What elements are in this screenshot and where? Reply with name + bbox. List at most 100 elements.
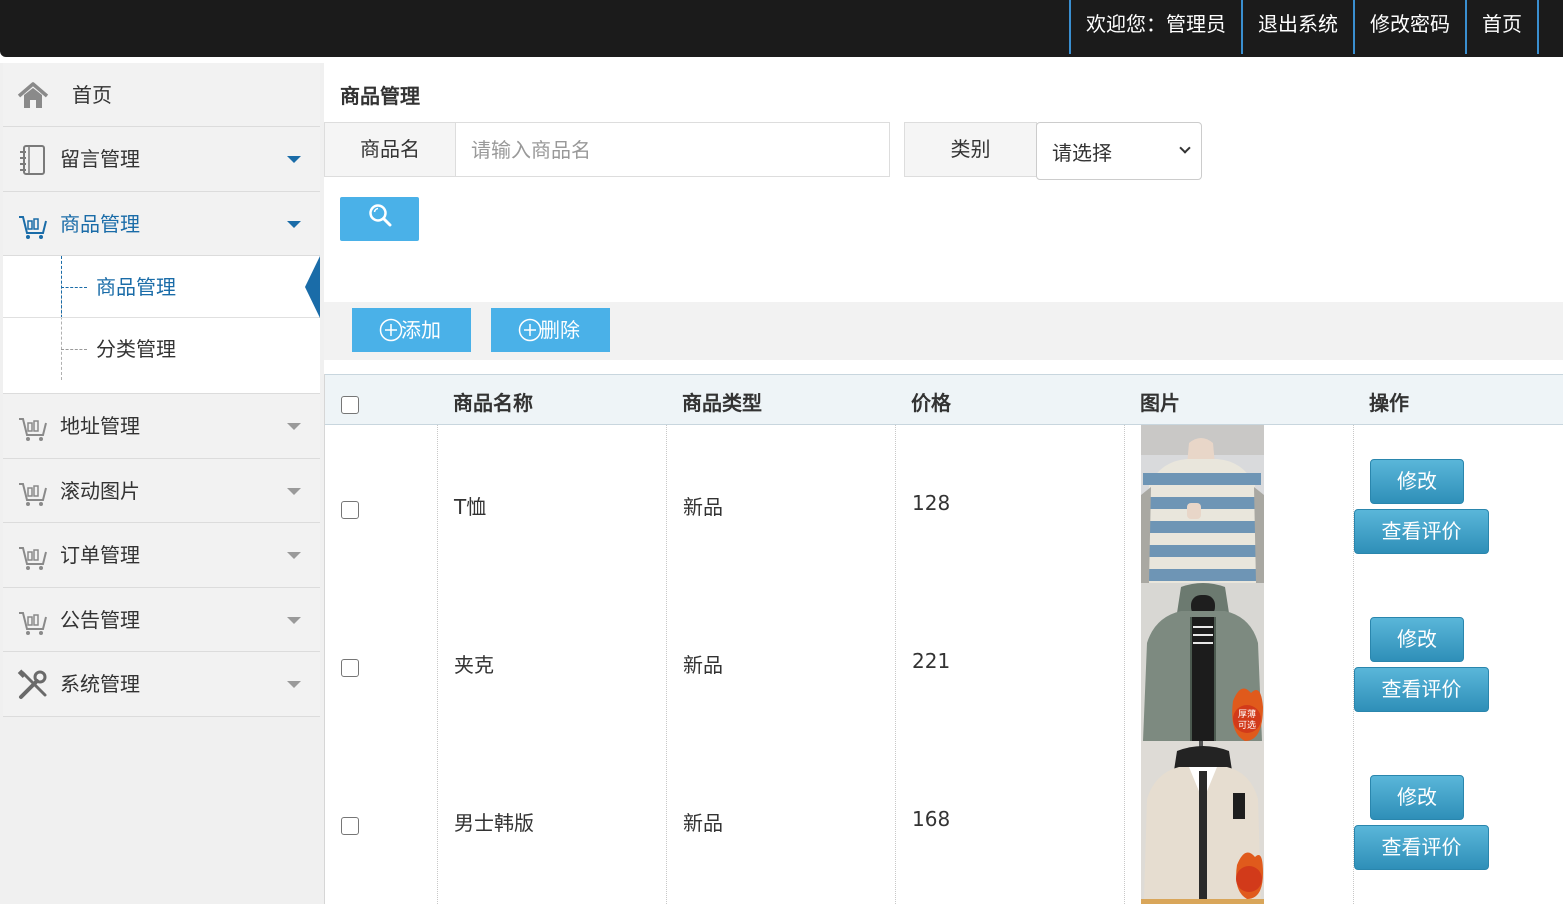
chevron-down-icon <box>287 423 301 430</box>
sidebar-item-announcements[interactable]: 公告管理 <box>3 587 320 652</box>
table-row-partial <box>325 899 1563 904</box>
sidebar-item-carousel[interactable]: 滚动图片 <box>3 458 320 523</box>
table-header: 商品名称 商品类型 价格 图片 操作 <box>325 374 1563 425</box>
product-name-label: 商品名 <box>324 122 456 177</box>
column-header-actions: 操作 <box>1369 391 1409 415</box>
sidebar-item-system[interactable]: 系统管理 <box>3 652 320 717</box>
sidebar-item-messages[interactable]: 留言管理 <box>3 127 320 192</box>
category-select-value: 请选择 <box>1052 141 1112 165</box>
submenu-item-category-management[interactable]: 分类管理 <box>3 318 320 380</box>
column-header-image: 图片 <box>1140 391 1180 415</box>
sidebar-menu: 首页 留言管理 商品管理 商品管理 分类管理 地址管理 滚动图片 订单管理 公告… <box>3 63 320 717</box>
product-name-input[interactable] <box>455 122 890 177</box>
sidebar-item-label: 订单管理 <box>60 543 140 567</box>
product-price-cell: 221 <box>912 649 951 673</box>
sidebar-item-home[interactable]: 首页 <box>3 63 320 127</box>
product-image-partial <box>1141 899 1264 904</box>
welcome-user[interactable]: 欢迎您：管理员 <box>1069 0 1241 54</box>
change-password-link[interactable]: 修改密码 <box>1353 0 1465 54</box>
category-label: 类别 <box>904 122 1037 177</box>
select-all-checkbox[interactable] <box>341 396 359 414</box>
sidebar-item-label: 商品管理 <box>60 211 140 236</box>
sidebar-item-products[interactable]: 商品管理 <box>3 191 320 256</box>
table-row: 夹克 新品 221 厚薄 可选 修改 查看评价 <box>325 583 1563 741</box>
badge-text: 可选 <box>1238 719 1256 731</box>
chevron-down-icon <box>287 156 301 163</box>
cart-icon <box>19 482 47 506</box>
submenu-item-label: 分类管理 <box>96 337 176 361</box>
table-toolbar: 添加 删除 <box>324 302 1563 360</box>
chevron-down-icon <box>1179 142 1191 154</box>
edit-button[interactable]: 修改 <box>1370 459 1464 504</box>
delete-button-label: 删除 <box>540 318 580 342</box>
sidebar: 首页 留言管理 商品管理 商品管理 分类管理 地址管理 滚动图片 订单管理 公告… <box>0 63 324 904</box>
sidebar-item-label: 公告管理 <box>60 607 140 632</box>
main-content: 商品管理 商品名 类别 请选择 添加 <box>324 63 1563 904</box>
table-row: 男士韩版 新品 168 修改 查看评价 <box>325 741 1563 899</box>
product-type-cell: 新品 <box>683 811 723 835</box>
home-link[interactable]: 首页 <box>1465 0 1539 54</box>
view-reviews-button[interactable]: 查看评价 <box>1354 509 1489 554</box>
product-name-cell: T恤 <box>454 495 487 519</box>
product-name-cell: 男士韩版 <box>454 811 534 835</box>
cart-icon <box>19 418 47 441</box>
tools-icon <box>17 669 47 699</box>
product-image-striped-sweater <box>1141 425 1264 583</box>
submenu-item-product-management[interactable]: 商品管理 <box>3 256 320 318</box>
view-reviews-button[interactable]: 查看评价 <box>1354 667 1489 712</box>
view-reviews-button[interactable]: 查看评价 <box>1354 825 1489 870</box>
delete-button[interactable]: 删除 <box>491 308 610 352</box>
products-submenu: 商品管理 分类管理 <box>3 256 320 394</box>
badge-text: 厚薄 <box>1238 708 1256 720</box>
sidebar-item-address[interactable]: 地址管理 <box>3 394 320 459</box>
products-table: 商品名称 商品类型 价格 图片 操作 T恤 新品 128 修改 查看评价 夹克 … <box>324 374 1563 904</box>
top-bar: 欢迎您：管理员 退出系统 修改密码 首页 <box>0 0 1563 57</box>
edit-button[interactable]: 修改 <box>1370 775 1464 820</box>
sidebar-item-label: 系统管理 <box>60 672 140 696</box>
product-image-green-jacket: 厚薄 可选 <box>1141 583 1264 741</box>
active-pointer-icon <box>305 256 320 318</box>
column-header-price: 价格 <box>911 391 951 415</box>
chevron-down-icon <box>287 552 301 559</box>
chevron-down-icon <box>287 487 301 495</box>
notebook-icon <box>20 145 45 175</box>
chevron-down-icon <box>287 220 301 228</box>
add-button[interactable]: 添加 <box>352 308 471 352</box>
logout-link[interactable]: 退出系统 <box>1241 0 1353 54</box>
cart-icon <box>19 611 47 635</box>
product-price-cell: 128 <box>912 491 951 515</box>
add-button-label: 添加 <box>401 318 441 342</box>
table-row: T恤 新品 128 修改 查看评价 <box>325 425 1563 583</box>
top-nav: 欢迎您：管理员 退出系统 修改密码 首页 <box>1069 0 1539 54</box>
cart-icon <box>19 215 47 239</box>
product-price-cell: 168 <box>912 807 951 831</box>
cart-icon <box>19 547 47 570</box>
tree-connector <box>61 349 87 350</box>
search-icon <box>369 204 392 227</box>
plus-circle-icon <box>379 318 403 342</box>
home-icon <box>17 82 49 108</box>
chevron-down-icon <box>287 681 301 688</box>
search-button[interactable] <box>340 197 419 241</box>
plus-circle-icon <box>518 318 542 342</box>
category-select[interactable]: 请选择 <box>1036 122 1202 180</box>
product-type-cell: 新品 <box>683 495 723 519</box>
row-checkbox[interactable] <box>341 501 359 519</box>
column-header-name: 商品名称 <box>453 391 533 415</box>
page-title: 商品管理 <box>340 84 420 108</box>
edit-button[interactable]: 修改 <box>1370 617 1464 662</box>
sidebar-item-label: 滚动图片 <box>60 478 140 503</box>
row-checkbox[interactable] <box>341 817 359 835</box>
sidebar-item-label: 留言管理 <box>60 147 140 171</box>
sidebar-item-orders[interactable]: 订单管理 <box>3 523 320 588</box>
chevron-down-icon <box>287 616 301 624</box>
product-name-cell: 夹克 <box>454 653 494 677</box>
submenu-item-label: 商品管理 <box>96 275 176 299</box>
sidebar-item-label: 地址管理 <box>60 414 140 438</box>
column-header-type: 商品类型 <box>682 391 762 415</box>
sidebar-item-label: 首页 <box>72 83 112 107</box>
row-checkbox[interactable] <box>341 659 359 677</box>
tree-connector <box>61 287 87 288</box>
product-type-cell: 新品 <box>683 653 723 677</box>
product-image-beige-coat <box>1141 741 1264 899</box>
